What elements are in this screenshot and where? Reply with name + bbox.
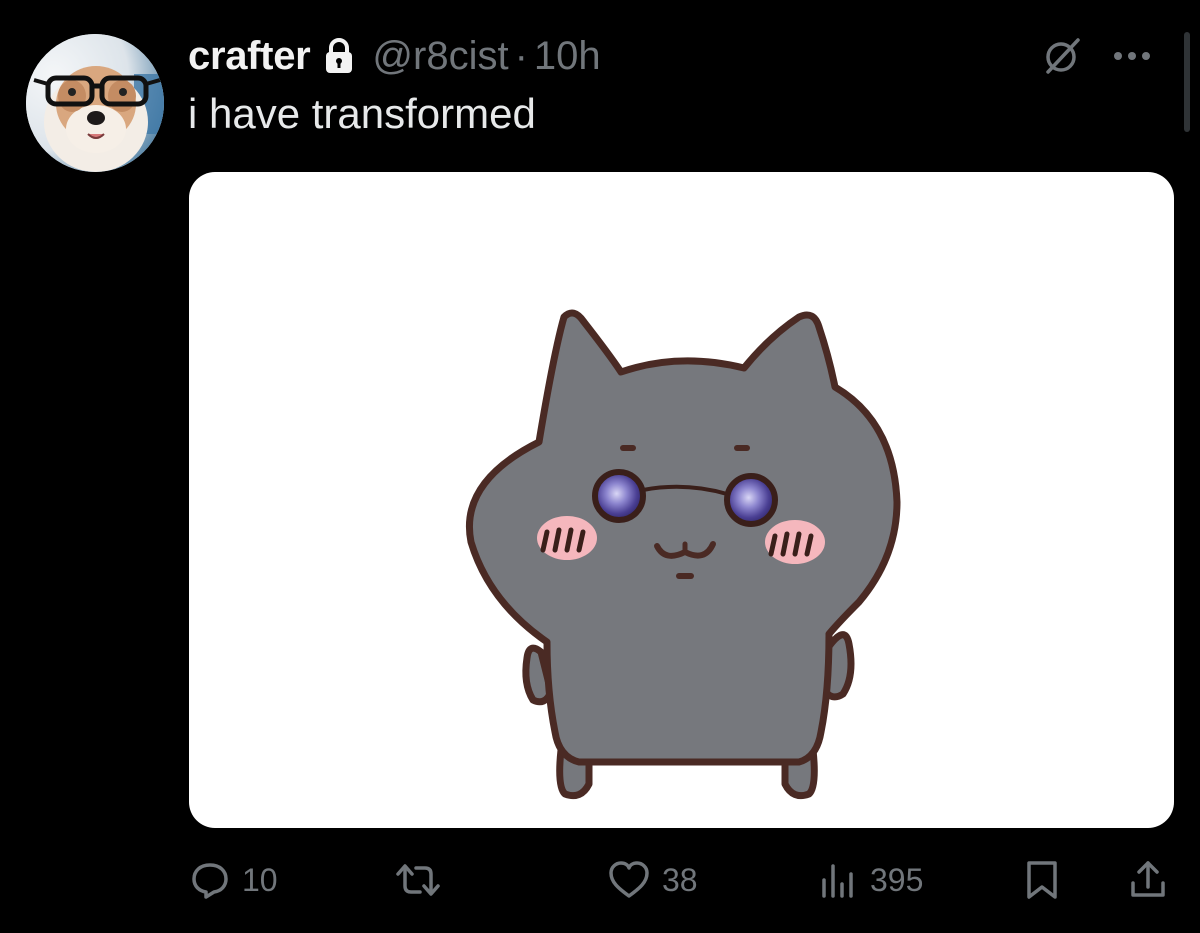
tweet-action-bar: 10 38 395 xyxy=(188,852,1176,908)
lock-icon xyxy=(324,38,354,74)
grok-icon[interactable] xyxy=(1042,36,1082,76)
retweet-button[interactable] xyxy=(394,852,442,908)
bookmark-icon xyxy=(1024,859,1060,901)
views-icon xyxy=(818,860,858,900)
gray-cat-illustration xyxy=(466,309,901,800)
reply-count: 10 xyxy=(242,861,278,898)
reply-icon xyxy=(190,860,230,900)
more-icon[interactable] xyxy=(1112,50,1152,62)
retweet-icon xyxy=(394,860,442,900)
like-button[interactable]: 38 xyxy=(608,852,698,908)
views-button[interactable]: 395 xyxy=(818,852,923,908)
scrollbar[interactable] xyxy=(1184,32,1190,132)
tweet-header: crafter @r8cist · 10h xyxy=(188,28,601,84)
like-count: 38 xyxy=(662,861,698,898)
author-handle[interactable]: @r8cist xyxy=(372,34,508,79)
avatar-dog-image xyxy=(26,34,164,172)
share-icon xyxy=(1128,859,1168,901)
bookmark-button[interactable] xyxy=(1024,852,1060,908)
author-avatar[interactable] xyxy=(26,34,164,172)
tweet-media-image[interactable] xyxy=(189,172,1174,828)
reply-button[interactable]: 10 xyxy=(190,852,278,908)
tweet-top-actions xyxy=(1042,36,1152,76)
tweet-time[interactable]: 10h xyxy=(534,34,601,79)
view-count: 395 xyxy=(870,861,924,898)
tweet-text: i have transformed xyxy=(188,90,536,137)
separator-dot: · xyxy=(514,33,528,78)
author-name[interactable]: crafter xyxy=(188,34,311,79)
heart-icon xyxy=(608,860,650,900)
share-button[interactable] xyxy=(1128,852,1168,908)
